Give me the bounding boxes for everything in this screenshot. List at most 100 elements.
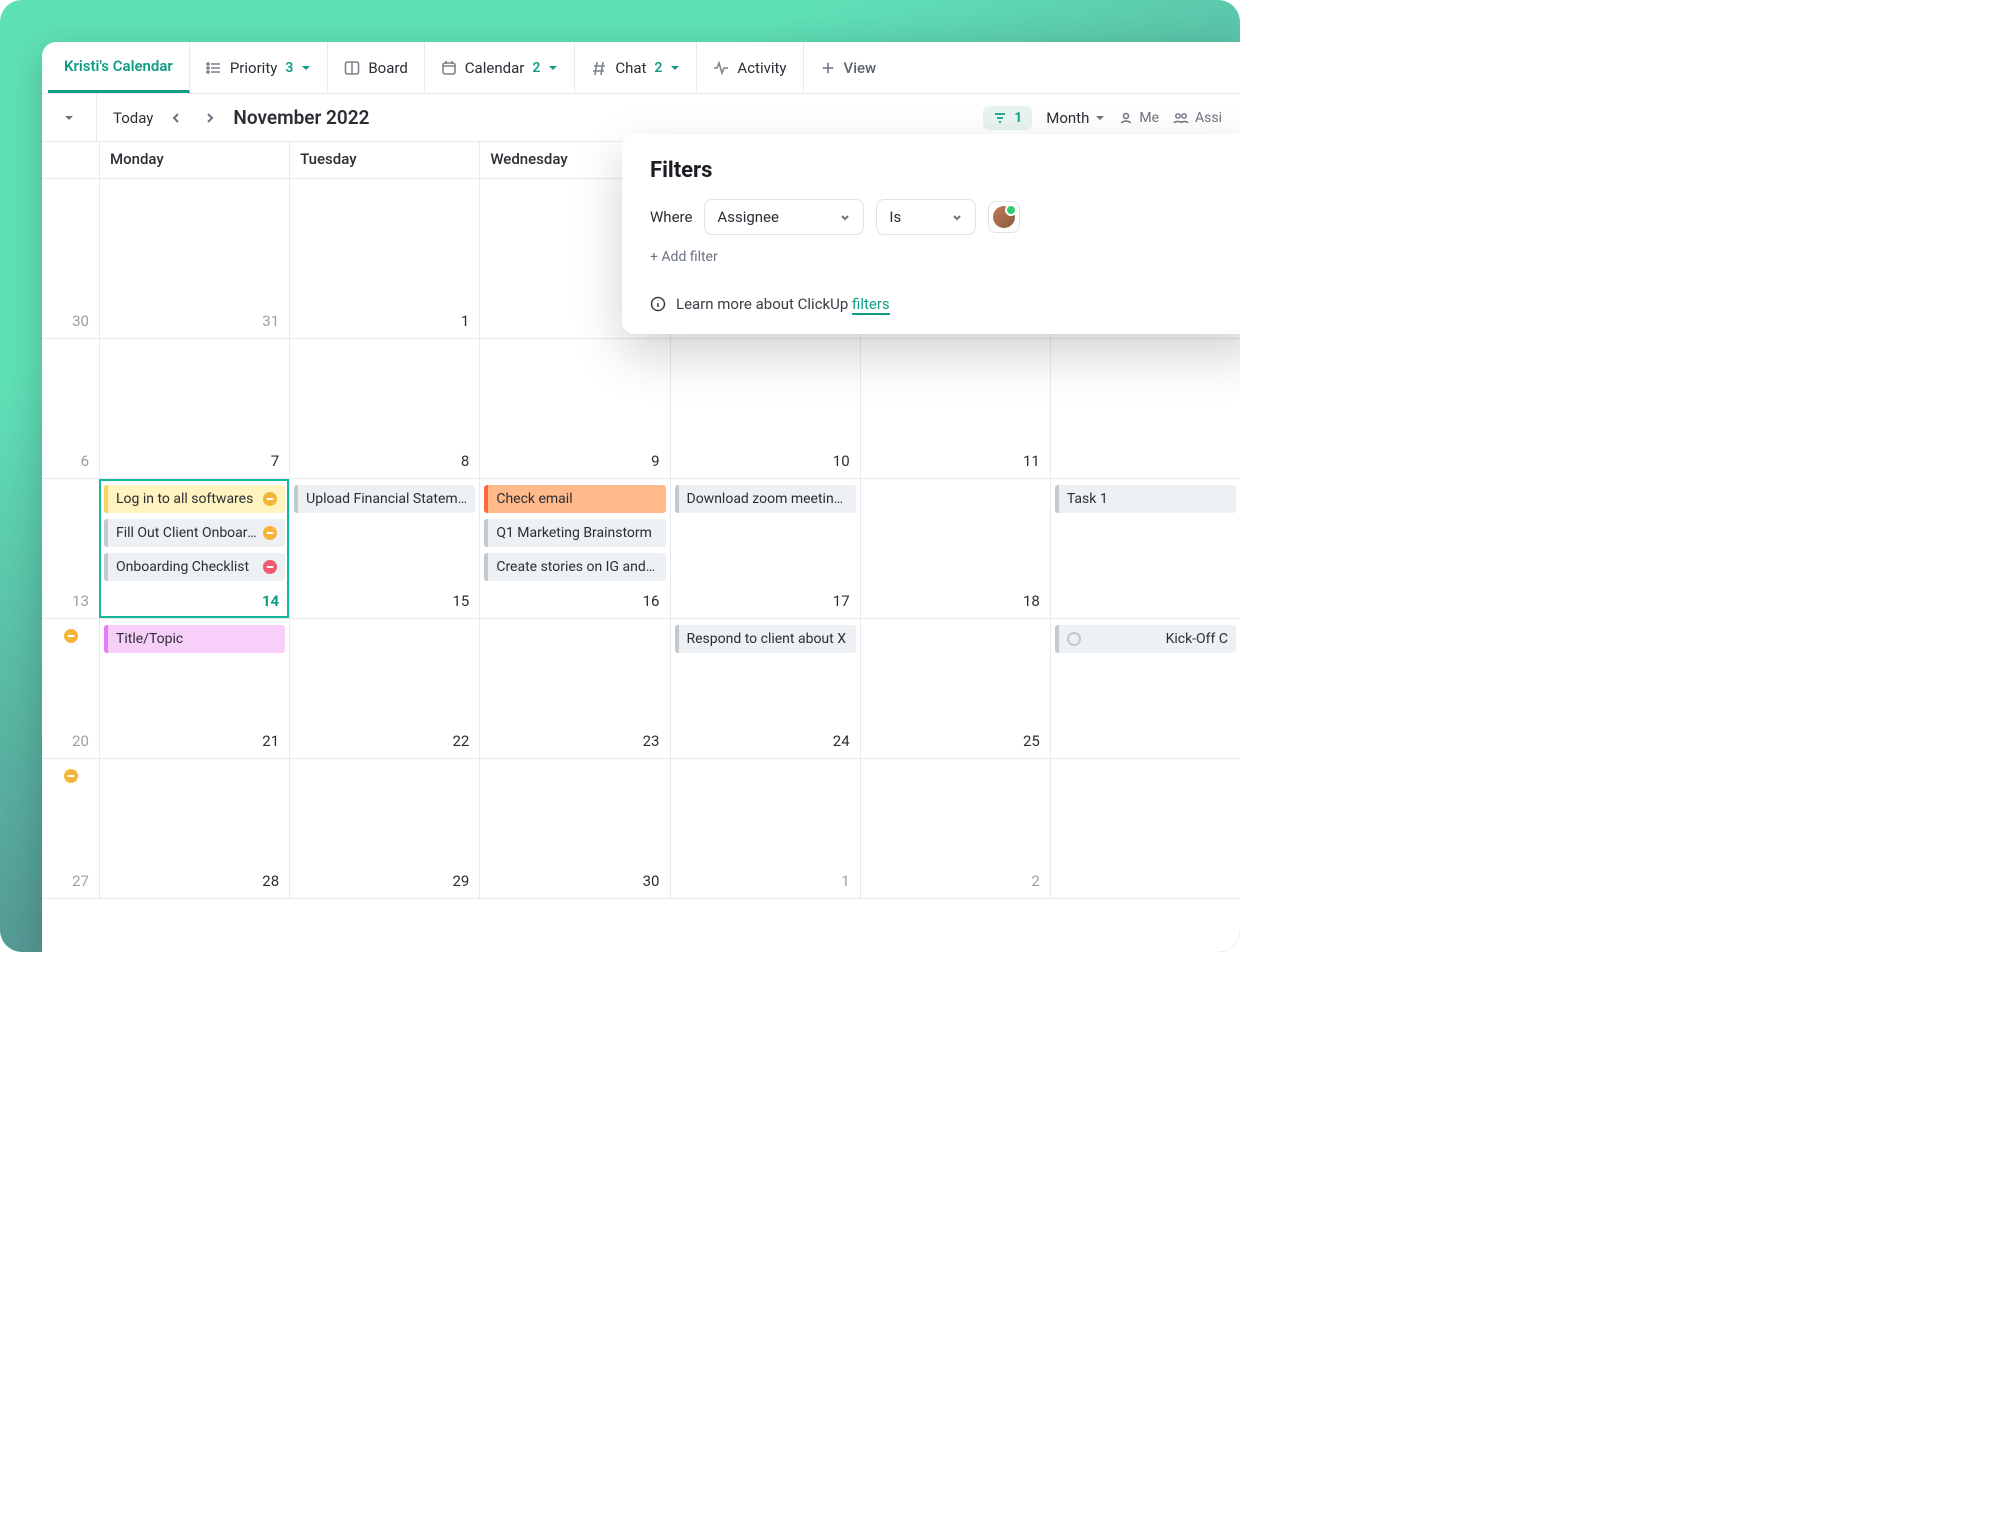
filter-operator-value: Is <box>889 208 901 226</box>
cell-date: 1 <box>461 312 469 330</box>
next-month-button[interactable] <box>199 107 221 129</box>
task-card[interactable]: Respond to client about X <box>675 625 856 653</box>
calendar-cell[interactable]: Log in to all softwares Fill Out Client O… <box>99 479 289 618</box>
tab-count: 3 <box>285 60 293 76</box>
task-card[interactable]: Onboarding Checklist <box>104 553 285 581</box>
activity-icon <box>713 60 729 76</box>
gutter-date: 30 <box>72 312 89 330</box>
tab-label: Calendar <box>465 59 525 77</box>
tab-chat[interactable]: Chat 2 <box>575 42 697 93</box>
chevron-down-icon <box>548 63 558 73</box>
filter-count-pill[interactable]: 1 <box>983 106 1032 130</box>
week-gutter: 27 <box>42 759 99 898</box>
calendar-cell[interactable]: 1 <box>289 179 479 338</box>
filter-operator-select[interactable]: Is <box>876 199 976 235</box>
cell-date: 22 <box>452 732 469 750</box>
calendar-cell[interactable]: 1 <box>670 759 860 898</box>
calendar-cell[interactable]: 30 <box>479 759 669 898</box>
calendar-cell[interactable]: 23 <box>479 619 669 758</box>
task-card[interactable]: Log in to all softwares <box>104 485 285 513</box>
task-label: Create stories on IG and promo <box>496 559 657 575</box>
calendar-cell[interactable]: 2 <box>860 759 1050 898</box>
tab-label: Activity <box>737 59 786 77</box>
day-header: Monday <box>99 142 289 178</box>
task-label: Download zoom meetings <box>687 491 848 507</box>
filter-field-select[interactable]: Assignee <box>704 199 864 235</box>
task-card[interactable]: Q1 Marketing Brainstorm <box>484 519 665 547</box>
today-button[interactable]: Today <box>113 109 153 127</box>
chevron-down-icon <box>839 211 851 223</box>
me-filter-button[interactable]: Me <box>1119 110 1159 126</box>
plus-icon <box>820 60 836 76</box>
task-card[interactable]: Download zoom meetings <box>675 485 856 513</box>
tab-count: 2 <box>532 60 540 76</box>
task-label: Kick-Off C <box>1166 631 1228 647</box>
calendar-cell[interactable]: 22 <box>289 619 479 758</box>
calendar-cell[interactable]: 8 <box>289 339 479 478</box>
avatar-icon <box>993 206 1015 228</box>
add-view-button[interactable]: View <box>804 42 893 93</box>
calendar-cell[interactable]: Respond to client about X24 <box>670 619 860 758</box>
calendar-cell[interactable]: Check email Q1 Marketing Brainstorm Create… <box>479 479 669 618</box>
task-label: Fill Out Client Onboarding Fo <box>116 525 257 541</box>
cell-date: 21 <box>262 732 279 750</box>
calendar-cell[interactable]: 28 <box>99 759 289 898</box>
priority-list-icon <box>206 60 222 76</box>
calendar-cell[interactable]: 11 <box>860 339 1050 478</box>
tab-activity[interactable]: Activity <box>697 42 803 93</box>
tab-priority[interactable]: Priority 3 <box>190 42 328 93</box>
calendar-cell[interactable]: Kick-Off C <box>1050 619 1240 758</box>
filter-value-assignee[interactable] <box>988 201 1020 233</box>
filter-count: 1 <box>1014 110 1022 126</box>
calendar-cell[interactable]: 7 <box>99 339 289 478</box>
add-filter-button[interactable]: + Add filter <box>650 249 1232 265</box>
tab-count: 2 <box>654 60 662 76</box>
calendar-cell[interactable] <box>1050 339 1240 478</box>
calendar-cell[interactable] <box>1050 759 1240 898</box>
info-icon <box>650 296 666 312</box>
learn-text: Learn more about ClickUp filters <box>676 295 890 313</box>
cell-date: 10 <box>833 452 850 470</box>
tab-calendar[interactable]: Calendar 2 <box>425 42 576 93</box>
cell-date: 18 <box>1023 592 1040 610</box>
calendar-cell[interactable]: Upload Financial Statements15 <box>289 479 479 618</box>
tab-label: Kristi's Calendar <box>64 57 173 75</box>
calendar-cell[interactable]: Task 1 <box>1050 479 1240 618</box>
viewmode-select[interactable]: Month <box>1046 109 1105 127</box>
task-card[interactable]: Task 1 <box>1055 485 1236 513</box>
tab-kristis-calendar[interactable]: Kristi's Calendar <box>48 42 190 93</box>
task-card[interactable]: Create stories on IG and promo <box>484 553 665 581</box>
task-card[interactable]: Title/Topic <box>104 625 285 653</box>
status-icon <box>263 526 277 540</box>
week-gutter: 30 <box>42 179 99 338</box>
people-icon <box>1173 111 1189 125</box>
prev-month-button[interactable] <box>165 107 187 129</box>
cell-date: 9 <box>651 452 659 470</box>
gutter-date: 13 <box>72 592 89 610</box>
calendar-cell[interactable]: 10 <box>670 339 860 478</box>
calendar-icon <box>441 60 457 76</box>
expand-toggle-icon[interactable] <box>58 107 80 129</box>
learn-link[interactable]: filters <box>852 295 890 315</box>
assignees-filter-button[interactable]: Assi <box>1173 110 1222 126</box>
filters-popover: Filters Where Assignee Is <box>622 134 1240 334</box>
filter-icon <box>993 111 1007 125</box>
calendar-cell[interactable]: 25 <box>860 619 1050 758</box>
task-card[interactable]: Check email <box>484 485 665 513</box>
cell-date: 30 <box>643 872 660 890</box>
tab-board[interactable]: Board <box>328 42 424 93</box>
task-card[interactable]: Upload Financial Statements <box>294 485 475 513</box>
calendar-cell[interactable]: Download zoom meetings17 <box>670 479 860 618</box>
month-title: November 2022 <box>233 106 369 129</box>
where-label: Where <box>650 208 692 226</box>
calendar-cell[interactable]: 9 <box>479 339 669 478</box>
calendar-cell[interactable]: 18 <box>860 479 1050 618</box>
calendar-cell[interactable]: Title/Topic 21 <box>99 619 289 758</box>
person-icon <box>1119 111 1133 125</box>
task-card[interactable]: Kick-Off C <box>1055 625 1236 653</box>
viewmode-label: Month <box>1046 109 1089 127</box>
calendar-cell[interactable]: 29 <box>289 759 479 898</box>
calendar-cell[interactable]: 31 <box>99 179 289 338</box>
cell-date: 7 <box>271 452 279 470</box>
task-card[interactable]: Fill Out Client Onboarding Fo <box>104 519 285 547</box>
